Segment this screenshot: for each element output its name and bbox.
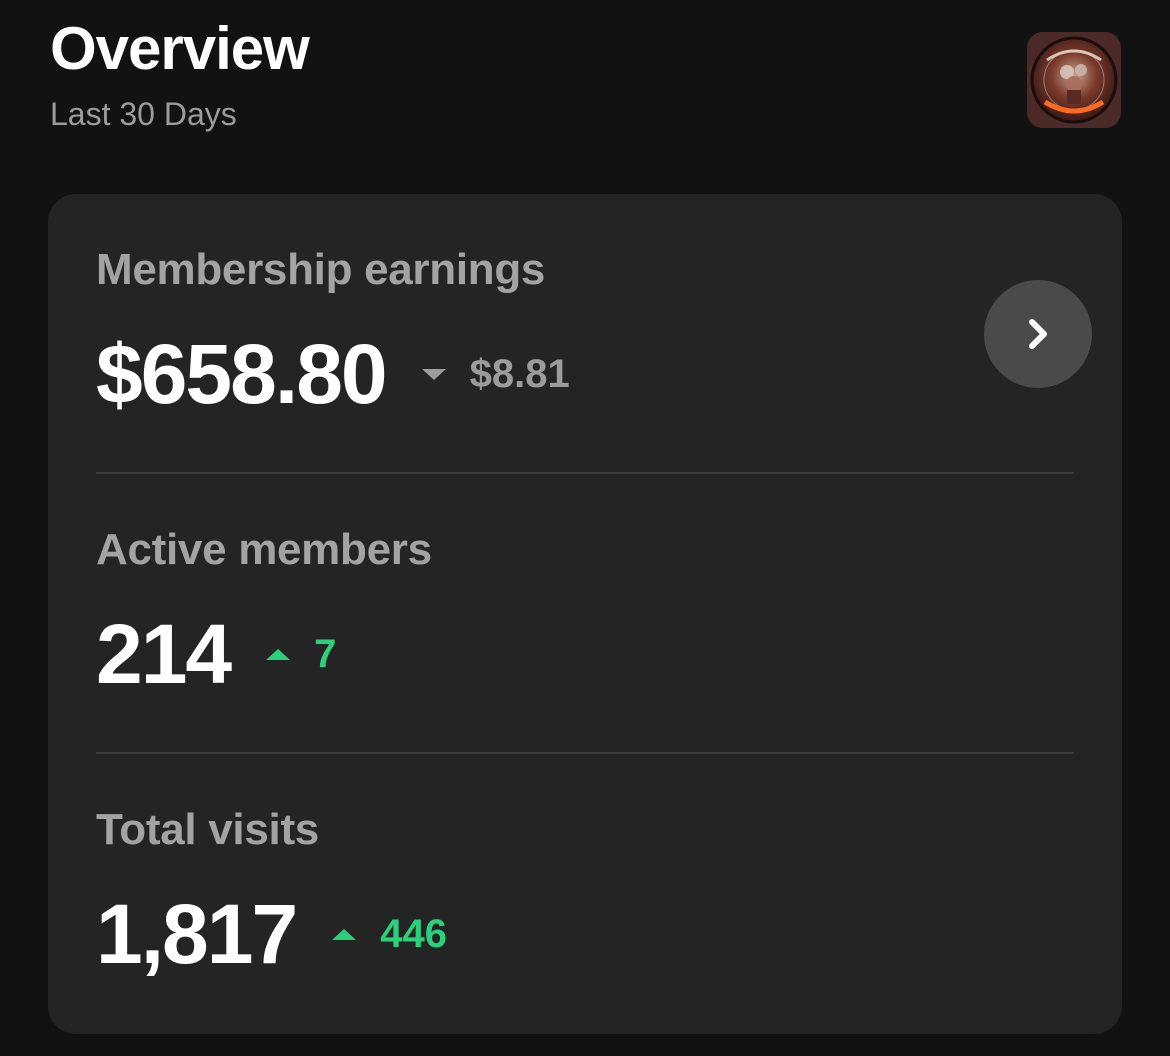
page-title: Overview [50, 15, 310, 82]
triangle-up-icon [266, 648, 291, 660]
active-members-value: 214 [96, 607, 232, 701]
divider [96, 752, 1074, 754]
active-members-label: Active members [96, 525, 432, 574]
membership-earnings-delta-value: $8.81 [469, 352, 570, 396]
active-members-delta-value: 7 [314, 632, 337, 676]
divider [96, 472, 1074, 474]
creator-avatar[interactable] [1027, 32, 1121, 128]
date-range-label: Last 30 Days [50, 96, 237, 132]
membership-earnings-delta: $8.81 [421, 350, 570, 398]
total-visits-value: 1,817 [96, 887, 298, 981]
active-members-row: 214 7 [96, 606, 336, 702]
triangle-down-icon [421, 368, 446, 380]
creator-avatar-logo [1027, 32, 1121, 128]
membership-earnings-row: $658.80 $8.81 [96, 326, 570, 422]
total-visits-label: Total visits [96, 805, 319, 854]
total-visits-delta-value: 446 [380, 912, 447, 956]
overview-page: Overview Last 30 Days Membership earning… [0, 0, 1170, 1056]
membership-earnings-value: $658.80 [96, 327, 388, 421]
total-visits-delta: 446 [332, 910, 447, 958]
membership-earnings-detail-button[interactable] [984, 280, 1092, 388]
triangle-up-icon [332, 928, 357, 940]
active-members-delta: 7 [266, 630, 336, 678]
overview-card: Membership earnings $658.80 $8.81 Active… [48, 194, 1122, 1034]
chevron-right-icon [1029, 319, 1047, 349]
membership-earnings-label: Membership earnings [96, 245, 546, 294]
total-visits-row: 1,817 446 [96, 886, 447, 982]
